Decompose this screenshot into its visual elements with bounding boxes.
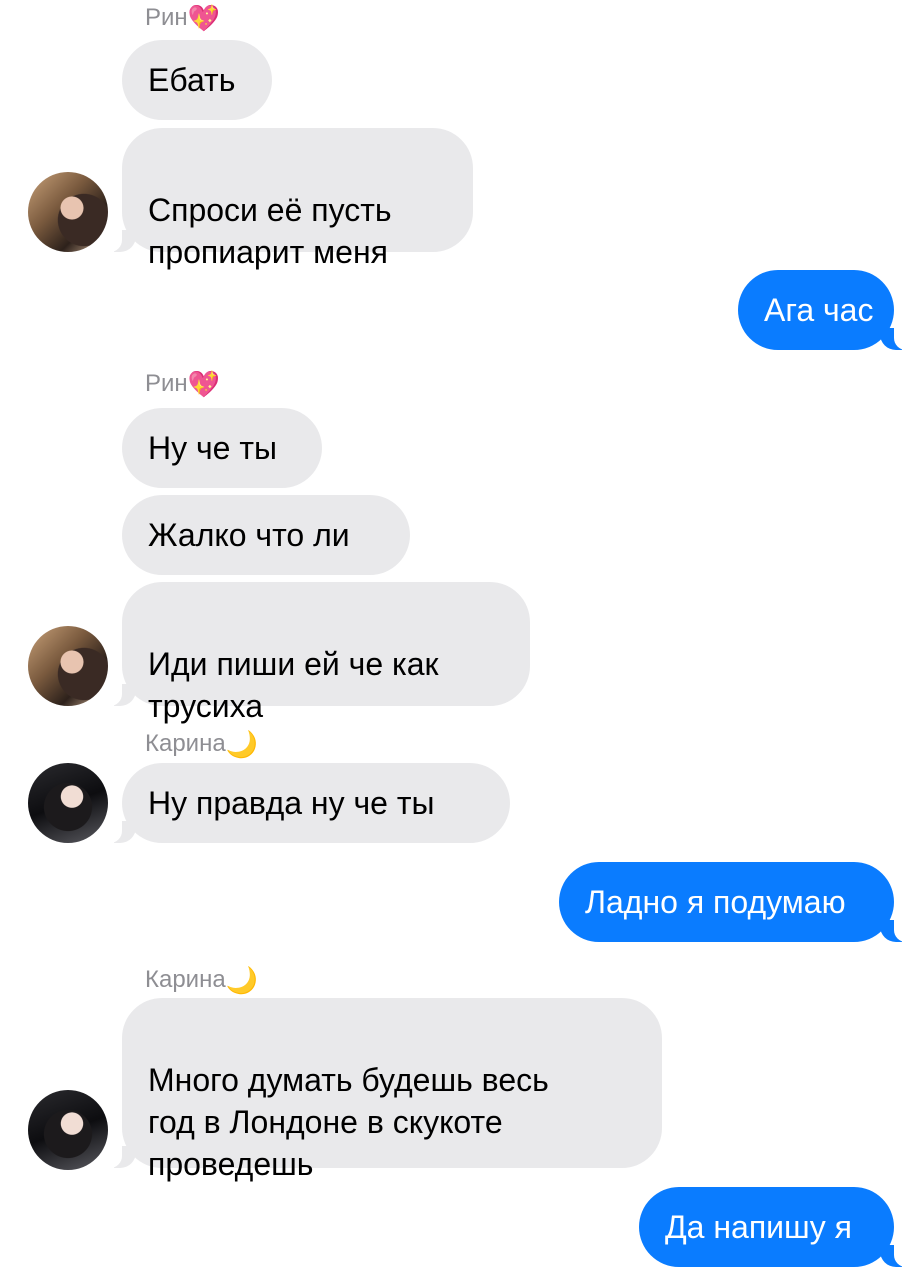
- message-text: Ну правда ну че ты: [148, 785, 435, 821]
- sender-name-text: Карина: [145, 966, 226, 993]
- message-bubble-incoming[interactable]: Ну правда ну че ты: [104, 763, 510, 843]
- avatar-karina[interactable]: [28, 763, 108, 843]
- avatar-rin[interactable]: [28, 172, 108, 252]
- message-text: Да напишу я: [665, 1209, 852, 1245]
- message-text: Ебать: [148, 62, 236, 98]
- avatar-karina[interactable]: [28, 1090, 108, 1170]
- message-text: Ладно я подумаю: [585, 884, 846, 920]
- message-bubble-incoming[interactable]: Ну че ты: [122, 408, 322, 488]
- message-bubble-incoming[interactable]: Жалко что ли: [122, 495, 410, 575]
- sender-name-karina: Карина 🌙: [145, 730, 258, 758]
- crescent-moon-icon: 🌙: [225, 965, 259, 995]
- message-bubble-incoming[interactable]: Спроси её пусть пропиарит меня: [104, 128, 473, 270]
- sparkling-heart-icon: 💖: [187, 369, 221, 399]
- sender-name-rin: Рин 💖: [145, 370, 220, 398]
- sparkling-heart-icon: 💖: [187, 3, 221, 33]
- message-text: Иди пиши ей че как трусиха: [148, 646, 439, 724]
- sender-name-rin: Рин 💖: [145, 4, 220, 32]
- message-bubble-incoming[interactable]: Много думать будешь весь год в Лондоне в…: [104, 998, 662, 1182]
- sender-name-text: Рин: [145, 4, 188, 31]
- sender-name-karina: Карина 🌙: [145, 966, 258, 994]
- sender-name-text: Карина: [145, 730, 226, 757]
- message-text: Ну че ты: [148, 430, 278, 466]
- message-bubble-outgoing[interactable]: Да напишу я: [639, 1187, 912, 1267]
- message-bubble-outgoing[interactable]: Ага час: [738, 270, 912, 350]
- message-bubble-incoming[interactable]: Иди пиши ей че как трусиха: [104, 582, 530, 724]
- sender-name-text: Рин: [145, 370, 188, 397]
- message-bubble-incoming[interactable]: Ебать: [122, 40, 272, 120]
- crescent-moon-icon: 🌙: [225, 729, 259, 759]
- message-text: Спроси её пусть пропиарит меня: [148, 192, 392, 270]
- message-text: Ага час: [764, 292, 874, 328]
- message-text: Много думать будешь весь год в Лондоне в…: [148, 1062, 549, 1182]
- message-bubble-outgoing[interactable]: Ладно я подумаю: [559, 862, 912, 942]
- message-text: Жалко что ли: [148, 517, 350, 553]
- avatar-rin[interactable]: [28, 626, 108, 706]
